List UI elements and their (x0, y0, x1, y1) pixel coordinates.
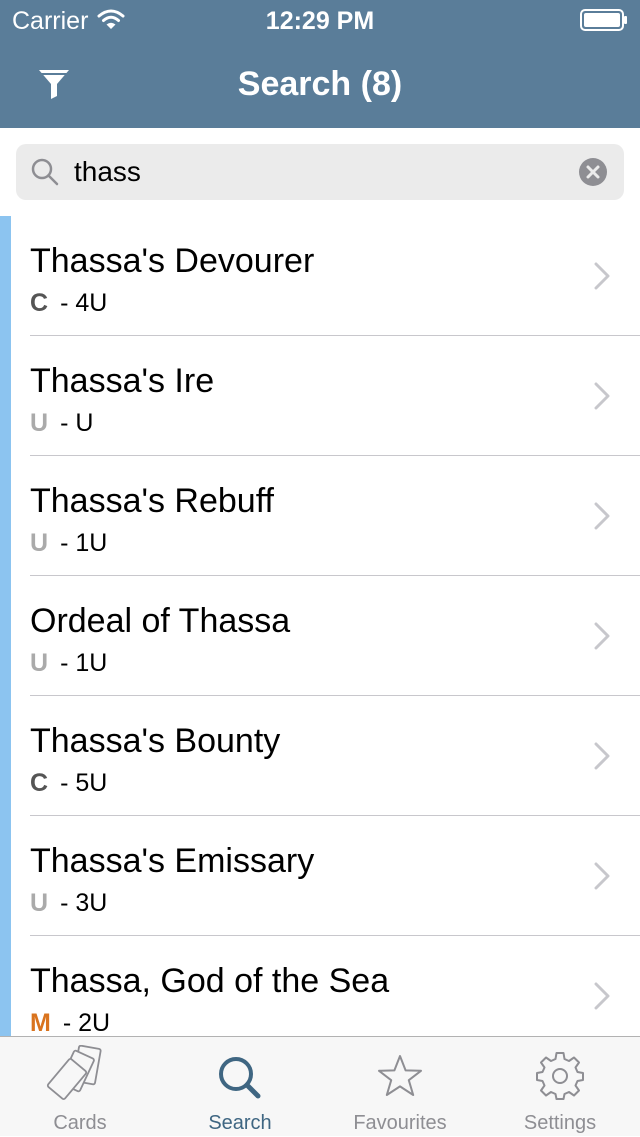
list-item[interactable]: Thassa's Devourer C - 4U (11, 216, 640, 336)
filter-icon (39, 70, 69, 99)
rarity-badge: C (30, 289, 49, 317)
results-list: Thassa's Devourer C - 4U Thassa's Ire U - … (0, 216, 640, 1036)
mana-cost: - U (60, 409, 94, 437)
chevron-right-icon (594, 382, 610, 410)
search-input[interactable] (74, 144, 564, 200)
star-icon (378, 1055, 422, 1096)
cards-icon (46, 1045, 102, 1100)
clear-search-button[interactable] (578, 157, 608, 187)
card-details: U- U (30, 406, 93, 440)
mana-cost: - 3U (60, 889, 108, 917)
chevron-right-icon (594, 982, 610, 1010)
accent-strip (0, 216, 11, 1036)
card-details: C - 4U (30, 286, 107, 320)
card-details: U - 1U (30, 646, 107, 680)
tab-label: Favourites (353, 1112, 447, 1134)
mana-cost: - 4U (60, 289, 108, 317)
list-item[interactable]: Thassa, God of the Sea M - 2U (11, 936, 640, 1036)
chevron-right-icon (594, 742, 610, 770)
list-item[interactable]: Thassa's Rebuff U - 1U (11, 456, 640, 576)
rarity-badge: M (30, 1009, 51, 1036)
tab-settings[interactable]: Settings (480, 1037, 640, 1137)
card-name: Thassa, God of the Sea (30, 962, 390, 1000)
tab-bar: Cards Search Favourites Settings (0, 1036, 640, 1136)
rarity-badge: U (30, 649, 49, 677)
tab-search[interactable]: Search (160, 1037, 320, 1137)
page-title: Search (8) (237, 65, 403, 103)
card-name: Thassa's Bounty (30, 722, 281, 760)
card-details: C - 5U (30, 766, 107, 800)
mana-cost: - 2U (62, 1009, 111, 1036)
chevron-right-icon (594, 622, 610, 650)
list-item[interactable]: Ordeal of Thassa U - 1U (11, 576, 640, 696)
magnifier-icon (31, 158, 59, 186)
tab-label: Search (208, 1112, 272, 1134)
tab-label: Cards (53, 1112, 107, 1134)
search-icon (219, 1057, 261, 1099)
tab-favourites[interactable]: Favourites (320, 1037, 480, 1137)
header: Carrier 12:29 PM Search (8) (0, 0, 640, 128)
search-area (0, 128, 640, 216)
status-bar: Carrier 12:29 PM (0, 0, 640, 40)
tab-label: Settings (523, 1112, 597, 1134)
tab-cards[interactable]: Cards (0, 1037, 160, 1137)
search-field[interactable] (16, 144, 624, 200)
rarity-badge: U (30, 889, 49, 917)
nav-bar: Search (8) (0, 40, 640, 128)
chevron-right-icon (594, 502, 610, 530)
card-details: U - 3U (30, 886, 107, 920)
gear-icon (536, 1052, 584, 1100)
list-item[interactable]: Thassa's Ire U - U (11, 336, 640, 456)
card-details: U - 1U (30, 526, 107, 560)
rarity-badge: U (30, 529, 49, 557)
battery-icon (580, 9, 627, 31)
card-name: Thassa's Rebuff (30, 482, 274, 520)
rarity-badge: U (30, 409, 49, 437)
chevron-right-icon (594, 862, 610, 890)
status-time: 12:29 PM (265, 7, 375, 35)
mana-cost: - 1U (60, 529, 108, 557)
list-item[interactable]: Thassa's Bounty C - 5U (11, 696, 640, 816)
rarity-badge: C (30, 769, 49, 797)
mana-cost: - 5U (60, 769, 108, 797)
filter-button[interactable] (22, 54, 86, 114)
card-name: Ordeal of Thassa (30, 602, 291, 640)
card-name: Thassa's Devourer (30, 242, 315, 280)
mana-cost: - 1U (60, 649, 108, 677)
card-name: Thassa's Emissary (30, 842, 315, 880)
list-item[interactable]: Thassa's Emissary U - 3U (11, 816, 640, 936)
card-name: Thassa's Ire (30, 362, 215, 400)
chevron-right-icon (594, 262, 610, 290)
card-details: M - 2U (30, 1006, 110, 1036)
